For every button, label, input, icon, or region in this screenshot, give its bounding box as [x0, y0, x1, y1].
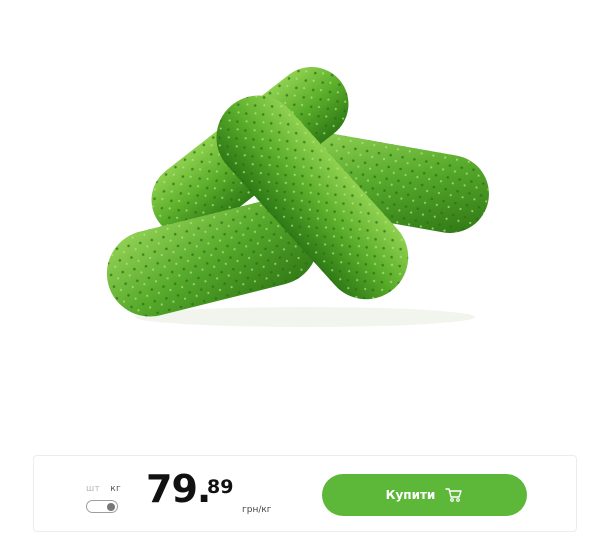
price-integer: 79.: [146, 467, 211, 511]
unit-toggle[interactable]: [86, 500, 118, 513]
shopping-cart-icon: [445, 487, 463, 503]
buy-panel: шт кг 79. 89 грн/кг Купити: [33, 455, 577, 532]
unit-toggle-knob: [107, 502, 115, 511]
product-page: шт кг 79. 89 грн/кг Купити: [0, 0, 600, 554]
product-image-cucumbers: [106, 66, 489, 327]
unit-kg-label[interactable]: кг: [110, 484, 121, 494]
price: 79.: [146, 467, 211, 511]
buy-button[interactable]: Купити: [322, 474, 527, 516]
unit-labels: шт кг: [86, 484, 121, 494]
buy-button-label: Купити: [385, 488, 436, 502]
price-fraction: 89: [207, 476, 234, 498]
unit-piece-label[interactable]: шт: [86, 484, 100, 494]
price-unit: грн/кг: [242, 505, 272, 515]
